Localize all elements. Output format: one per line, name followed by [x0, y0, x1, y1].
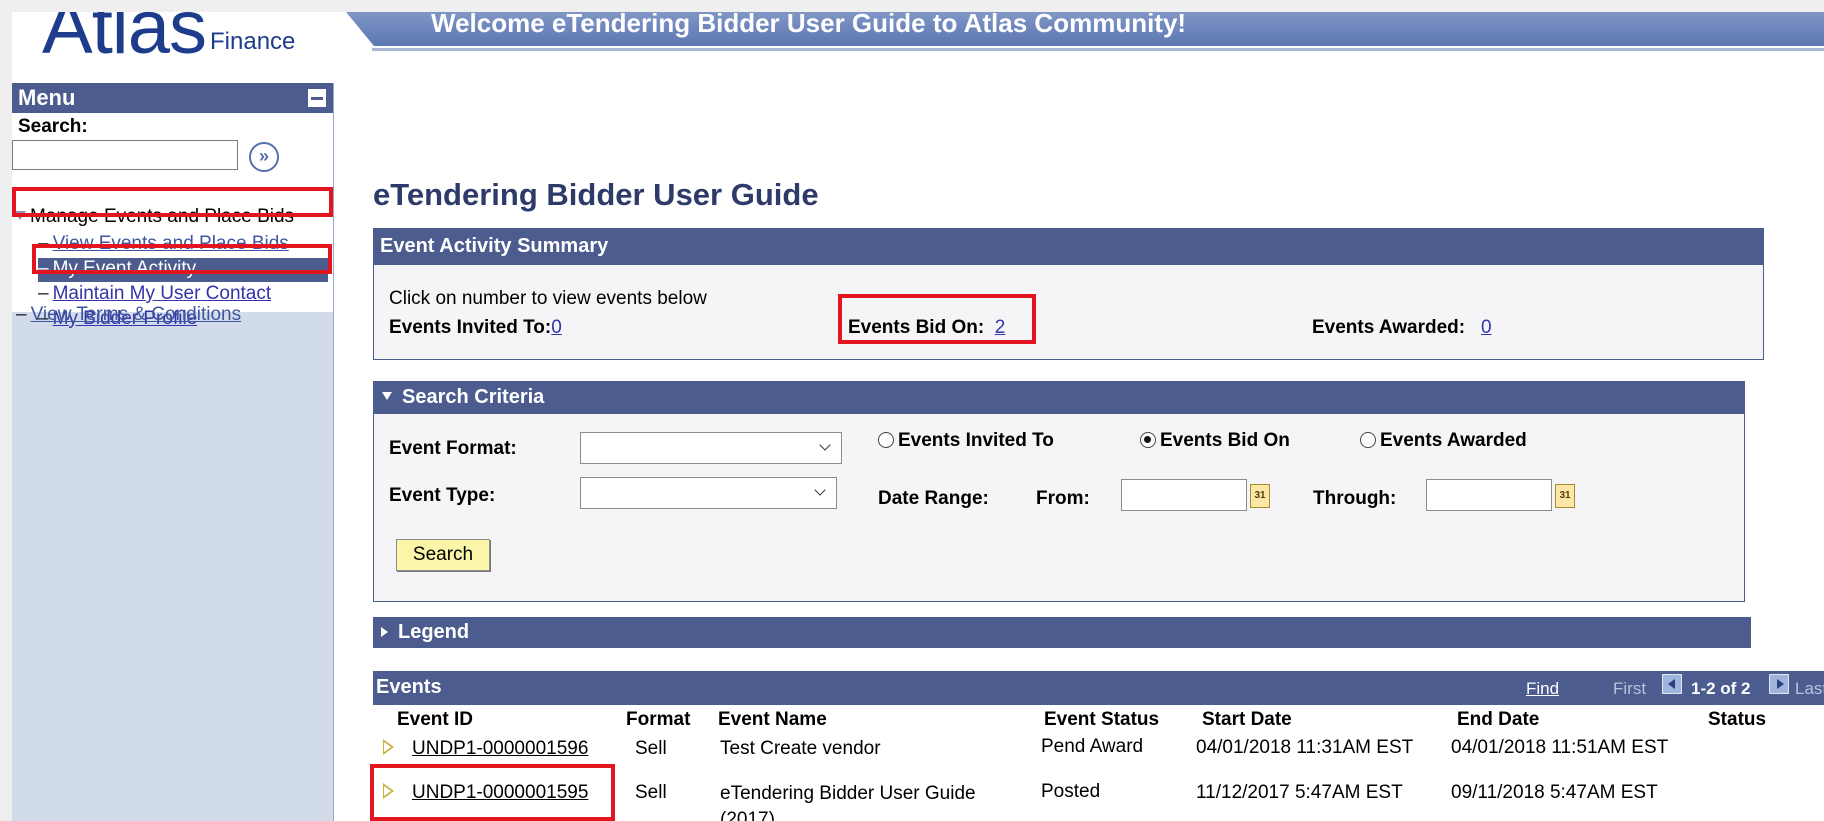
summary-header: Event Activity Summary [374, 229, 1763, 265]
radio-awarded-icon[interactable] [1360, 432, 1376, 448]
radio-bid-label: Events Bid On [1160, 430, 1290, 451]
menu-item-maintain-contact[interactable]: – Maintain My User Contact [38, 283, 271, 305]
collapse-triangle-icon [382, 392, 392, 400]
menu-search-go-icon[interactable]: » [249, 142, 279, 172]
menu-header: Menu [12, 83, 333, 113]
search-criteria-header[interactable]: Search Criteria [374, 382, 1744, 414]
next-page-icon[interactable] [1769, 674, 1789, 694]
banner-underline [372, 48, 1824, 51]
menu-item-view-events[interactable]: – View Events and Place Bids [38, 233, 289, 255]
event-status: Pend Award [1041, 736, 1144, 757]
col-event-id[interactable]: Event ID [397, 709, 473, 731]
through-calendar-icon[interactable]: 31 [1555, 484, 1575, 508]
menu-folder-manage-events[interactable]: Manage Events and Place Bids [14, 206, 294, 228]
event-type-select[interactable] [580, 477, 837, 509]
tree-dash: – [38, 283, 49, 304]
from-calendar-icon[interactable]: 31 [1250, 484, 1270, 508]
through-date-input[interactable] [1426, 479, 1552, 511]
first-link: First [1613, 679, 1647, 698]
event-id-link[interactable]: UNDP1-0000001595 [412, 782, 588, 804]
events-bid-count-link[interactable]: 2 [995, 317, 1006, 338]
from-date-input[interactable] [1121, 479, 1247, 511]
event-id-link[interactable]: UNDP1-0000001596 [412, 738, 588, 760]
col-status[interactable]: Status [1708, 709, 1766, 731]
radio-awarded-label: Events Awarded [1380, 430, 1527, 451]
event-format: Sell [635, 782, 667, 803]
events-invited-label-text: Events Invited To: [389, 317, 552, 338]
menu-item-my-event-activity[interactable]: – My Event Activity [38, 258, 328, 282]
menu-item-label[interactable]: View Events and Place Bids [53, 233, 289, 254]
previous-page-icon[interactable] [1662, 674, 1682, 694]
menu-folder-label: Manage Events and Place Bids [30, 206, 295, 227]
events-awarded-label-text: Events Awarded: [1312, 317, 1466, 338]
events-title: Events [376, 676, 442, 698]
expand-triangle-icon [14, 211, 26, 220]
tree-dash: – [38, 258, 49, 279]
event-start-date: 04/01/2018 11:31AM EST [1196, 737, 1414, 758]
menu-item-terms[interactable]: – View Terms & Conditions [16, 304, 241, 326]
event-status: Posted [1041, 781, 1101, 802]
radio-events-awarded[interactable]: Events Awarded [1360, 430, 1527, 452]
event-name: eTendering Bidder User Guide [720, 783, 976, 804]
radio-invited-icon[interactable] [878, 432, 894, 448]
event-name: Test Create vendor [720, 738, 881, 759]
radio-invited-label: Events Invited To [898, 430, 1054, 451]
col-event-name[interactable]: Event Name [718, 709, 827, 731]
events-awarded-label: Events Awarded: 0 [1312, 317, 1492, 339]
menu-item-label[interactable]: Maintain My User Contact [53, 283, 272, 304]
expand-triangle-icon [381, 627, 388, 637]
event-format-label: Event Format: [389, 438, 517, 459]
left-menu: Menu Search: » Manage Events and Place B… [12, 83, 334, 821]
radio-events-bid-on[interactable]: Events Bid On [1140, 430, 1290, 452]
menu-item-label: My Event Activity [52, 258, 197, 279]
menu-search-input[interactable] [12, 140, 238, 170]
menu-title: Menu [18, 85, 76, 110]
events-awarded-count-link[interactable]: 0 [1481, 317, 1492, 338]
event-type-label: Event Type: [389, 485, 496, 506]
last-link: Last [1795, 679, 1824, 698]
events-bid-label-text: Events Bid On: [848, 317, 985, 338]
legend-title: Legend [398, 621, 470, 643]
welcome-banner: Welcome eTendering Bidder User Guide to … [346, 12, 1824, 46]
through-label: Through: [1313, 488, 1397, 509]
search-criteria-title: Search Criteria [402, 386, 545, 408]
summary-hint: Click on number to view events below [389, 288, 707, 309]
find-link[interactable]: Find [1526, 679, 1559, 699]
event-start-date: 11/12/2017 5:47AM EST [1196, 782, 1403, 803]
events-grid-header: Events Find First 1-2 of 2 Last [373, 671, 1824, 705]
event-format: Sell [635, 738, 667, 759]
legend-header[interactable]: Legend [373, 617, 1751, 648]
menu-item-label[interactable]: View Terms & Conditions [31, 304, 242, 325]
search-button[interactable]: Search [396, 539, 490, 571]
events-bid-label: Events Bid On: 2 [848, 317, 1005, 339]
events-invited-label: Events Invited To:0 [389, 317, 562, 339]
col-end-date[interactable]: End Date [1457, 709, 1539, 731]
atlas-logo: Atlas [42, 12, 207, 70]
row-expand-icon[interactable] [383, 783, 394, 799]
atlas-logo-sub: Finance [210, 28, 296, 55]
event-end-date: 04/01/2018 11:51AM EST [1451, 737, 1669, 758]
welcome-banner-text: Welcome eTendering Bidder User Guide to … [431, 12, 1187, 38]
tree-dash: – [38, 233, 49, 254]
page-title: eTendering Bidder User Guide [373, 177, 819, 212]
events-invited-count-link[interactable]: 0 [551, 317, 562, 338]
collapse-menu-icon[interactable] [307, 88, 327, 108]
event-name-line2: (2017) [720, 809, 775, 821]
col-format[interactable]: Format [626, 709, 690, 731]
radio-events-invited[interactable]: Events Invited To [878, 430, 1054, 452]
menu-search-area: Search: » Manage Events and Place Bids –… [12, 113, 333, 329]
tree-dash: – [16, 304, 27, 325]
browser-page: Atlas Finance Welcome eTendering Bidder … [12, 12, 1824, 821]
col-start-date[interactable]: Start Date [1202, 709, 1292, 731]
col-event-status[interactable]: Event Status [1044, 709, 1159, 731]
row-expand-icon[interactable] [383, 739, 394, 755]
row-range: 1-2 of 2 [1691, 679, 1751, 698]
event-format-select[interactable] [580, 432, 842, 464]
radio-bid-icon[interactable] [1140, 432, 1156, 448]
from-label: From: [1036, 488, 1090, 509]
event-end-date: 09/11/2018 5:47AM EST [1451, 782, 1658, 803]
menu-search-label: Search: [18, 116, 88, 137]
date-range-label: Date Range: [878, 488, 989, 509]
